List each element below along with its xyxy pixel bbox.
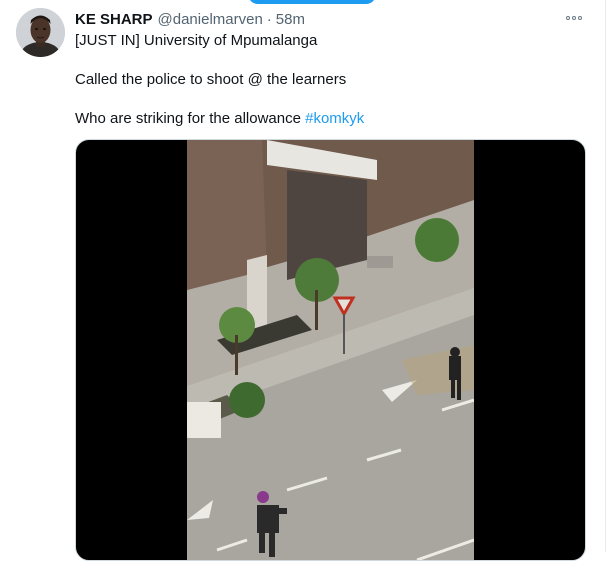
user-avatar-image [16, 8, 65, 57]
tweet-text-line-3: Who are striking for the allowance #komk… [75, 110, 364, 127]
tweet-text-line-2: Called the police to shoot @ the learner… [75, 71, 347, 88]
separator-dot: · [266, 10, 272, 28]
tweet-text-line-1: [JUST IN] University of Mpumalanga [75, 32, 318, 49]
tweet-timestamp[interactable]: 58m [276, 11, 305, 28]
hashtag-link[interactable]: #komkyk [305, 110, 364, 127]
tweet-header: KE SHARP @danielmarven · 58m [75, 10, 305, 28]
video-frame [187, 140, 474, 560]
tweet-text: Who are striking for the allowance [75, 110, 301, 127]
new-tweets-pill[interactable] [248, 0, 376, 4]
user-handle[interactable]: @danielmarven [158, 11, 263, 28]
avatar[interactable] [16, 8, 65, 57]
more-horizontal-icon[interactable] [562, 8, 586, 28]
video-scene [187, 140, 474, 560]
display-name[interactable]: KE SHARP [75, 11, 153, 28]
video-player[interactable] [75, 139, 586, 561]
